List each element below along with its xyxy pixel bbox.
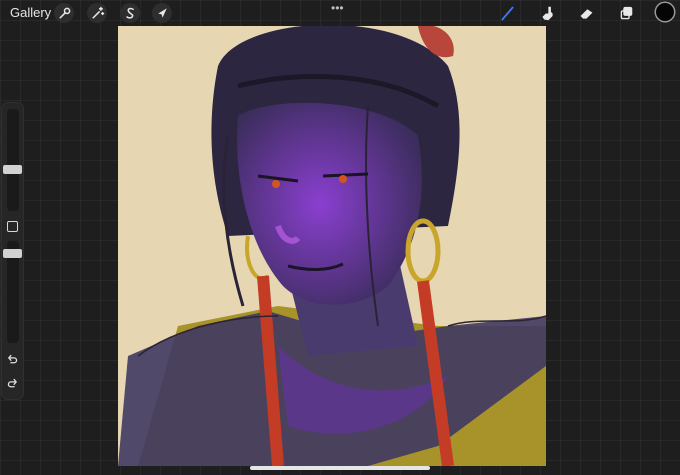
undo-icon[interactable]	[4, 351, 20, 367]
home-indicator[interactable]	[250, 466, 430, 470]
transform-arrow-icon[interactable]	[152, 3, 172, 23]
smudge-icon[interactable]	[537, 3, 557, 23]
more-options-icon[interactable]: •••	[331, 1, 344, 15]
color-picker-swatch[interactable]	[656, 3, 674, 21]
redo-icon[interactable]	[4, 375, 20, 391]
magic-wand-icon[interactable]	[87, 3, 107, 23]
wrench-icon[interactable]	[54, 3, 74, 23]
opacity-slider-thumb[interactable]	[3, 249, 22, 258]
gallery-button[interactable]: Gallery	[10, 5, 51, 20]
drawing-canvas[interactable]	[118, 26, 546, 466]
brush-size-slider-thumb[interactable]	[3, 165, 22, 174]
eraser-icon[interactable]	[576, 3, 596, 23]
brush-icon[interactable]	[497, 3, 517, 23]
artwork-painting	[118, 26, 546, 466]
brush-size-slider-track[interactable]	[7, 109, 19, 211]
top-toolbar: Gallery •••	[0, 0, 680, 26]
layers-icon[interactable]	[616, 3, 636, 23]
modify-button[interactable]	[7, 221, 18, 232]
brush-sidebar	[2, 103, 23, 399]
selection-s-icon[interactable]	[120, 3, 140, 23]
